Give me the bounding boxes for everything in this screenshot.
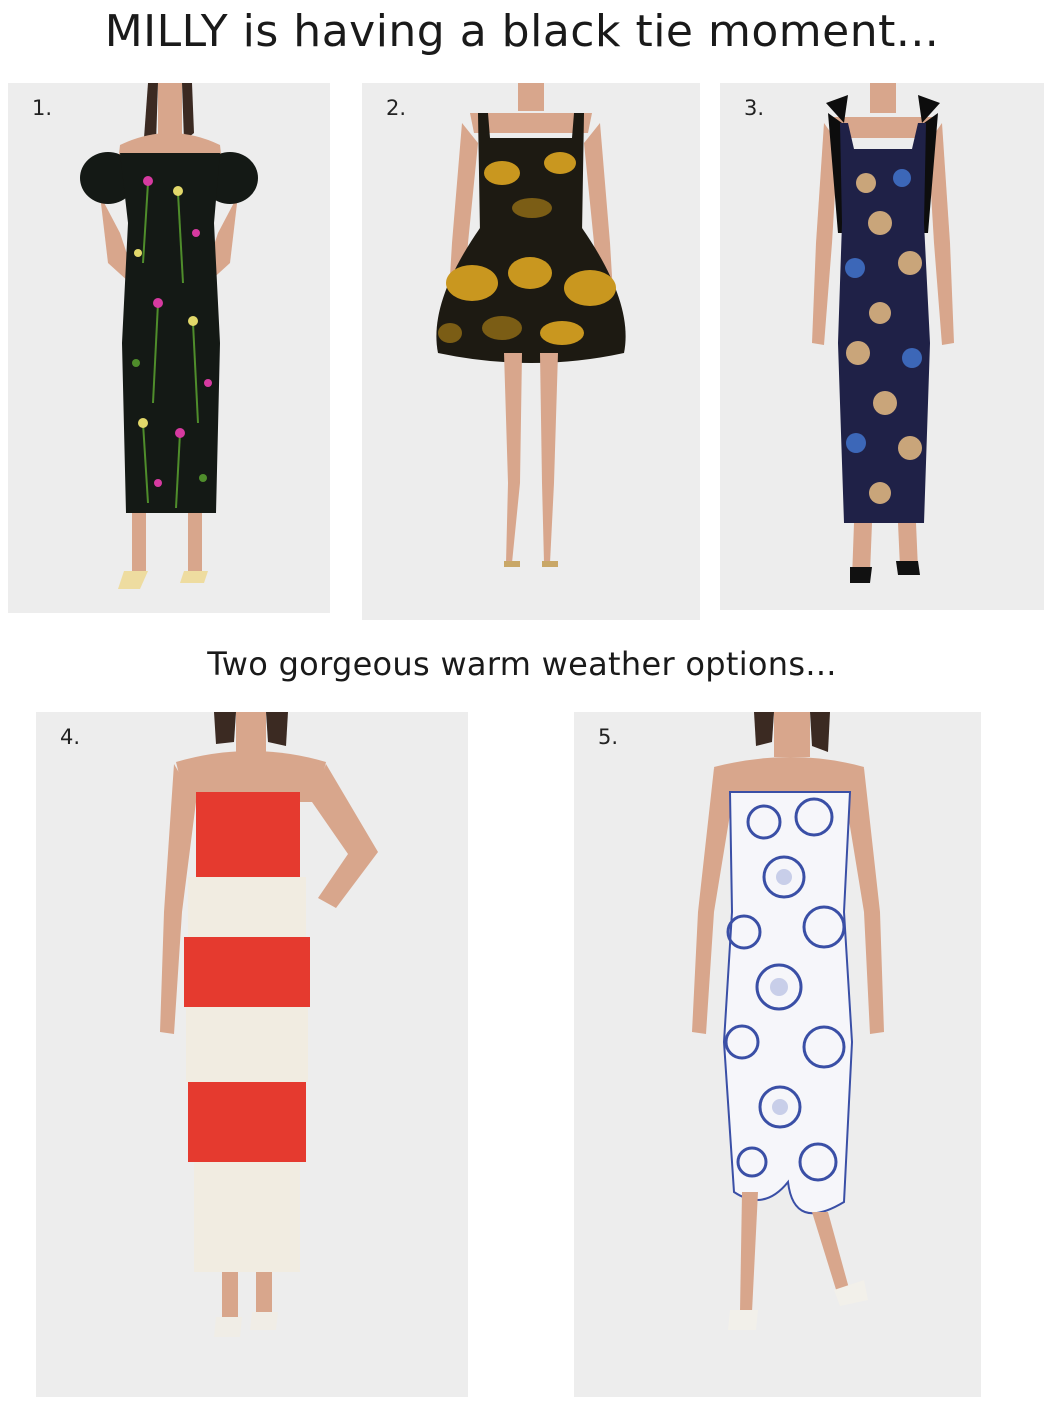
neck xyxy=(870,83,896,113)
shoe xyxy=(250,1312,278,1330)
section-subtitle: Two gorgeous warm weather options... xyxy=(207,645,837,683)
stripe-white xyxy=(194,1162,300,1272)
neck xyxy=(774,712,810,757)
leg xyxy=(188,513,202,573)
look-card-5: 5. xyxy=(574,712,981,1397)
hair xyxy=(182,83,194,141)
stripe-red xyxy=(196,792,300,877)
hair xyxy=(810,712,830,752)
look-number: 1. xyxy=(32,96,53,120)
sandal xyxy=(542,561,558,567)
shoe xyxy=(728,1310,758,1330)
dress-body xyxy=(120,153,220,513)
dress-4-image xyxy=(160,712,378,1337)
dress-2-image xyxy=(436,83,626,567)
sandal xyxy=(504,561,520,567)
dress-1-image xyxy=(80,83,258,589)
look-number: 5. xyxy=(598,725,619,749)
leg xyxy=(740,1192,758,1312)
look-card-2: 2. xyxy=(362,83,700,620)
look-card-4: 4. xyxy=(36,712,468,1397)
arm xyxy=(846,768,884,1034)
shoe xyxy=(896,561,920,575)
look-number: 4. xyxy=(60,725,81,749)
leg xyxy=(504,353,522,563)
page-title: MILLY is having a black tie moment... xyxy=(104,6,940,57)
stripe-white xyxy=(186,1007,308,1082)
shoe xyxy=(214,1317,242,1337)
ankle xyxy=(222,1272,238,1322)
hair xyxy=(214,712,236,744)
shoe xyxy=(180,571,208,583)
stripe-red xyxy=(188,1082,306,1162)
hair xyxy=(754,712,774,746)
shoe xyxy=(118,571,148,589)
shoe xyxy=(850,567,872,583)
look-card-3: 3. xyxy=(720,83,1044,610)
stripe-red xyxy=(184,937,310,1007)
stripe-white xyxy=(188,877,306,937)
leg xyxy=(132,513,146,573)
neck xyxy=(236,712,266,757)
leg xyxy=(540,353,558,563)
leg xyxy=(812,1212,850,1296)
look-number: 3. xyxy=(744,96,765,120)
neck xyxy=(518,83,544,111)
look-card-1: 1. xyxy=(8,83,330,613)
dress-3-image xyxy=(812,83,954,583)
hair xyxy=(266,712,288,746)
neck xyxy=(158,83,182,138)
dress-5-image xyxy=(692,712,884,1330)
look-number: 2. xyxy=(386,96,407,120)
arm xyxy=(100,195,130,283)
arm xyxy=(312,764,378,908)
